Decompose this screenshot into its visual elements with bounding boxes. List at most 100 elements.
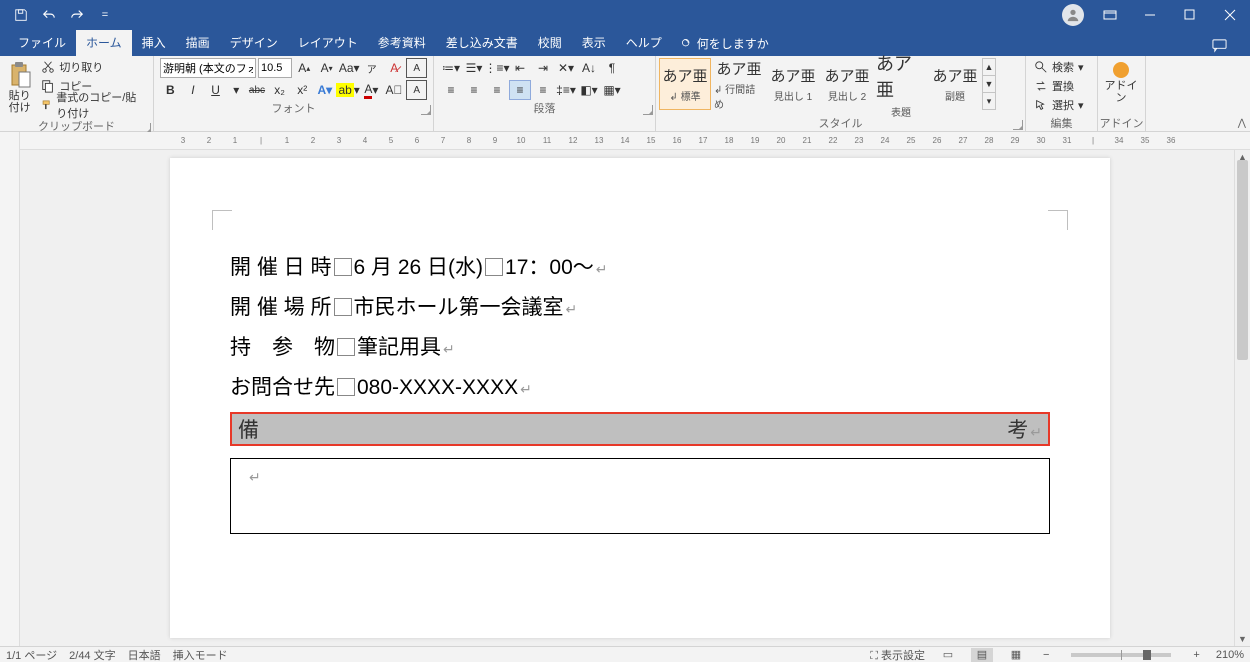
italic-button[interactable]: I	[183, 80, 204, 100]
bullets-button[interactable]: ≔▾	[440, 58, 462, 78]
doc-line-2[interactable]: 開 催 場 所市民ホール第一会議室↵	[230, 288, 1050, 328]
maximize-button[interactable]	[1170, 0, 1210, 30]
shrink-font-button[interactable]: A▾	[316, 58, 336, 78]
line-spacing-button[interactable]: ‡≡▾	[555, 80, 577, 100]
document-scroll[interactable]: 321|123456789101112131415161718192021222…	[20, 132, 1250, 646]
find-button[interactable]: 検索▾	[1030, 58, 1088, 76]
tab-home[interactable]: ホーム	[76, 30, 132, 56]
vertical-ruler[interactable]	[0, 132, 20, 646]
style-title[interactable]: あア亜表題	[875, 58, 927, 110]
increase-indent-button[interactable]: ⇥	[532, 58, 554, 78]
vertical-scrollbar[interactable]: ▲ ▼	[1234, 150, 1250, 646]
tell-me[interactable]: 何をしますか	[672, 31, 777, 56]
font-launcher[interactable]	[421, 105, 431, 115]
zoom-in-button[interactable]: +	[1189, 649, 1203, 661]
doc-line-1[interactable]: 開 催 日 時6 月 26 日(水)17：00～↵	[230, 248, 1050, 288]
document-page[interactable]: 開 催 日 時6 月 26 日(水)17：00～↵ 開 催 場 所市民ホール第一…	[170, 158, 1110, 638]
scroll-thumb[interactable]	[1237, 160, 1248, 360]
paragraph-launcher[interactable]	[643, 105, 653, 115]
remarks-textbox[interactable]: ↵	[230, 458, 1050, 534]
styles-scroll-down[interactable]: ▼	[983, 76, 995, 93]
style-subtitle[interactable]: あア亜副題	[929, 58, 981, 110]
qat-customize[interactable]: =	[92, 2, 118, 28]
ribbon-display-button[interactable]	[1090, 0, 1130, 30]
superscript-button[interactable]: x²	[292, 80, 313, 100]
view-read-button[interactable]: ▭	[937, 648, 959, 662]
tab-layout[interactable]: レイアウト	[288, 30, 368, 56]
change-case-button[interactable]: Aa▾	[339, 58, 360, 78]
tab-references[interactable]: 参考資料	[368, 30, 436, 56]
styles-expand[interactable]: ▾	[983, 93, 995, 109]
justify-button[interactable]: ≡	[509, 80, 531, 100]
style-heading1[interactable]: あア亜見出し 1	[767, 58, 819, 110]
tab-view[interactable]: 表示	[572, 30, 616, 56]
comments-button[interactable]	[1212, 38, 1240, 56]
tab-file[interactable]: ファイル	[8, 30, 76, 56]
shading-button[interactable]: ◧▾	[578, 80, 600, 100]
underline-button[interactable]: U	[205, 80, 226, 100]
underline-menu[interactable]: ▾	[228, 80, 245, 100]
enclose-char-button[interactable]: A	[406, 58, 427, 78]
highlight-button[interactable]: ab▾	[337, 80, 359, 100]
status-page[interactable]: 1/1 ページ	[6, 647, 57, 663]
tab-draw[interactable]: 描画	[176, 30, 220, 56]
zoom-level[interactable]: 210%	[1216, 649, 1244, 661]
display-settings-button[interactable]: ⛶ 表示設定	[870, 647, 925, 663]
paste-button[interactable]: 貼り付け	[4, 58, 35, 118]
view-web-button[interactable]: ▦	[1005, 648, 1027, 662]
minimize-button[interactable]	[1130, 0, 1170, 30]
distribute-button[interactable]: ≡	[532, 80, 554, 100]
asian-layout-button[interactable]: ✕▾	[555, 58, 577, 78]
numbering-button[interactable]: ☰▾	[463, 58, 485, 78]
style-normal[interactable]: あア亜↲ 標準	[659, 58, 711, 110]
zoom-slider[interactable]	[1071, 653, 1171, 657]
text-effects-button[interactable]: A▾	[315, 80, 336, 100]
replace-button[interactable]: 置換	[1030, 77, 1088, 95]
align-center-button[interactable]: ≡	[463, 80, 485, 100]
align-left-button[interactable]: ≡	[440, 80, 462, 100]
char-shading-button[interactable]: A⃝	[384, 80, 405, 100]
multilevel-button[interactable]: ⋮≡▾	[486, 58, 508, 78]
horizontal-ruler[interactable]: 321|123456789101112131415161718192021222…	[20, 132, 1250, 150]
font-name-select[interactable]	[160, 58, 256, 78]
account-avatar[interactable]	[1062, 4, 1084, 26]
subscript-button[interactable]: x₂	[269, 80, 290, 100]
collapse-ribbon-button[interactable]: ⋀	[1238, 118, 1246, 129]
phonetic-guide-button[interactable]: ア	[362, 58, 382, 78]
styles-launcher[interactable]	[1013, 120, 1023, 130]
view-print-button[interactable]: ▤	[971, 648, 993, 662]
tab-mailings[interactable]: 差し込み文書	[436, 30, 528, 56]
cut-button[interactable]: 切り取り	[37, 58, 149, 76]
font-size-select[interactable]	[258, 58, 292, 78]
tab-design[interactable]: デザイン	[220, 30, 288, 56]
tab-help[interactable]: ヘルプ	[616, 30, 672, 56]
tab-review[interactable]: 校閲	[528, 30, 572, 56]
addins-button[interactable]: アドイン	[1102, 58, 1140, 108]
tab-insert[interactable]: 挿入	[132, 30, 176, 56]
undo-button[interactable]	[36, 2, 62, 28]
decrease-indent-button[interactable]: ⇤	[509, 58, 531, 78]
select-button[interactable]: 選択▾	[1030, 96, 1088, 114]
bold-button[interactable]: B	[160, 80, 181, 100]
align-right-button[interactable]: ≡	[486, 80, 508, 100]
style-heading2[interactable]: あア亜見出し 2	[821, 58, 873, 110]
redo-button[interactable]	[64, 2, 90, 28]
borders-button[interactable]: ▦▾	[601, 80, 623, 100]
save-button[interactable]	[8, 2, 34, 28]
doc-line-3[interactable]: 持 参 物筆記用具↵	[230, 328, 1050, 368]
zoom-out-button[interactable]: −	[1039, 649, 1053, 661]
grow-font-button[interactable]: A▴	[294, 58, 314, 78]
status-mode[interactable]: 挿入モード	[173, 647, 228, 663]
format-painter-button[interactable]: 書式のコピー/貼り付け	[37, 96, 149, 114]
clear-format-button[interactable]: A̷	[384, 58, 404, 78]
selected-line-biko[interactable]: 備 考↵	[230, 412, 1050, 446]
styles-scroll-up[interactable]: ▲	[983, 59, 995, 76]
status-words[interactable]: 2/44 文字	[69, 647, 115, 663]
scroll-down-button[interactable]: ▼	[1235, 632, 1250, 646]
style-nospace[interactable]: あア亜↲ 行間詰め	[713, 58, 765, 110]
status-lang[interactable]: 日本語	[128, 647, 161, 663]
strike-button[interactable]: abc	[247, 80, 268, 100]
close-button[interactable]	[1210, 0, 1250, 30]
show-marks-button[interactable]: ¶	[601, 58, 623, 78]
char-border-button[interactable]: A	[406, 80, 427, 100]
